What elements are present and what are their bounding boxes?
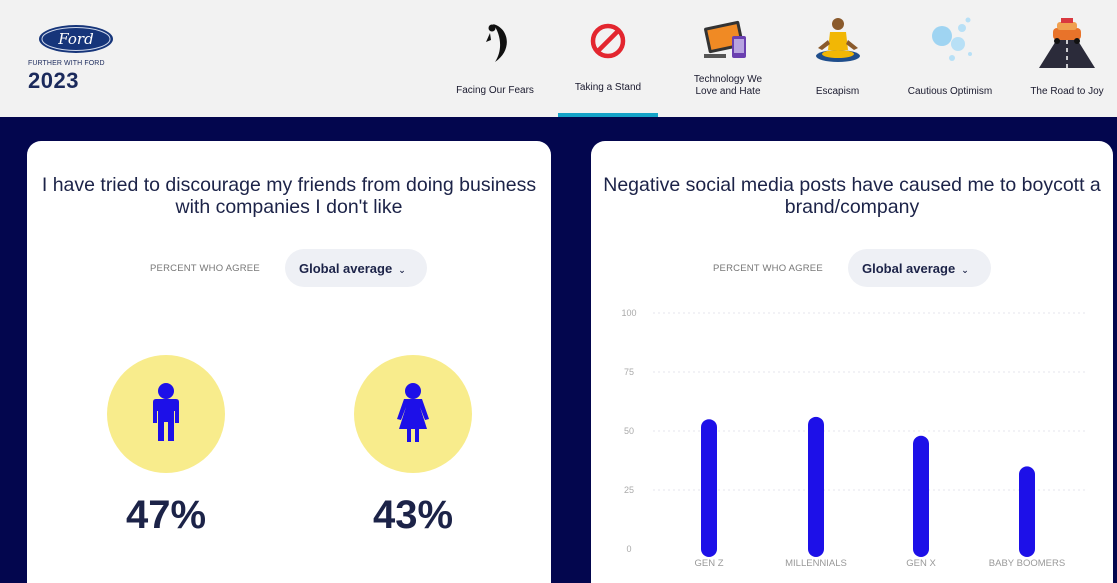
moon-figure-icon [486, 24, 507, 62]
bar-baby-boomers[interactable] [1019, 466, 1035, 557]
devices-icon [704, 20, 746, 58]
x-category-label: GEN X [906, 558, 936, 569]
generation-bar-chart: 0 25 50 75 100 GEN Z MILLENNIALS GEN X BABY BOOM… [621, 308, 1086, 569]
nav-item-road-to-joy[interactable]: The Road to Joy [1017, 0, 1117, 117]
y-tick-label: 50 [624, 426, 634, 436]
brand-block[interactable]: Ford FURTHER WITH FORD 2023 [28, 24, 168, 94]
y-tick-label: 100 [621, 308, 636, 318]
nav-label: Escapism [815, 86, 860, 97]
top-header: Ford FURTHER WITH FORD 2023 Facing Our F… [0, 0, 1117, 117]
region-select-value: Global average [299, 261, 393, 276]
bar-millennials[interactable] [808, 416, 824, 557]
male-person-icon [153, 383, 179, 441]
male-percentage: 47% [125, 493, 207, 537]
prohibited-icon [590, 23, 626, 59]
bar-gen-z[interactable] [701, 419, 717, 557]
ford-logo-text: Ford [57, 30, 93, 48]
y-tick-label: 25 [624, 485, 634, 495]
brand-tagline: FURTHER WITH FORD [28, 60, 105, 67]
bubbles-icon [932, 17, 972, 61]
ford-logo-icon: Ford [39, 25, 113, 53]
nav-label: Facing Our Fears [456, 85, 534, 96]
card-title: I have tried to discourage my friends fr… [41, 174, 537, 218]
filter-row: PERCENT WHO AGREE Global average ⌄ [27, 249, 551, 287]
nav-item-cautious-optimism[interactable]: Cautious Optimism [895, 0, 1005, 117]
y-tick-label: 75 [624, 367, 634, 377]
nav-label: Cautious Optimism [907, 86, 993, 97]
nav-label: The Road to Joy [1030, 86, 1104, 97]
nav-item-facing-our-fears[interactable]: Facing Our Fears [450, 0, 540, 117]
car-road-icon [1039, 18, 1095, 68]
x-category-label: GEN Z [694, 558, 723, 569]
x-category-label: BABY BOOMERS [989, 558, 1065, 569]
filter-label: PERCENT WHO AGREE [150, 263, 260, 274]
female-icon-circle [354, 355, 472, 473]
female-person-icon [397, 383, 429, 442]
nav-label: Technology We Love and Hate [693, 74, 763, 97]
male-icon-circle [107, 355, 225, 473]
nav-item-technology[interactable]: Technology We Love and Hate [678, 0, 778, 117]
y-tick-label: 0 [626, 544, 631, 554]
region-select[interactable]: Global average ⌄ [285, 249, 427, 287]
nav-item-escapism[interactable]: Escapism [795, 0, 880, 117]
female-percentage: 43% [372, 493, 454, 537]
x-category-label: MILLENNIALS [785, 558, 847, 569]
bar-gen-x[interactable] [913, 435, 929, 557]
nav-label: Taking a Stand [574, 82, 642, 93]
chevron-down-icon: ⌄ [398, 265, 406, 275]
nav-item-taking-a-stand[interactable]: Taking a Stand [558, 0, 658, 117]
boycott-brand-card: Negative social media posts have caused … [591, 141, 1113, 583]
brand-year: 2023 [28, 68, 79, 93]
meditation-icon [815, 18, 860, 62]
discourage-friends-card: I have tried to discourage my friends fr… [27, 141, 551, 583]
active-tab-indicator [558, 113, 658, 117]
